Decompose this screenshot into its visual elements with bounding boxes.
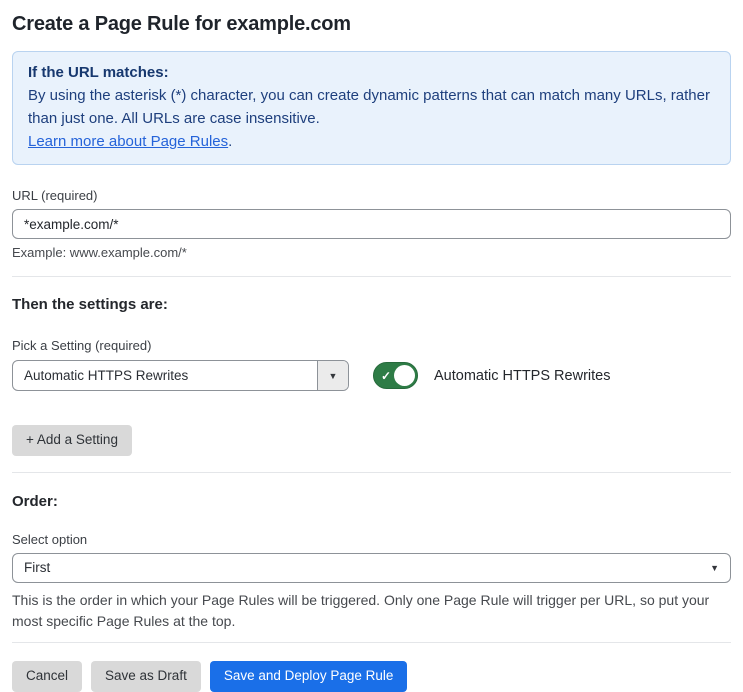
order-select-value: First [24,560,51,576]
order-helper-text: This is the order in which your Page Rul… [12,591,710,629]
info-box-heading: If the URL matches: [28,64,169,81]
url-input[interactable] [12,209,731,239]
divider [12,276,731,277]
info-box-body: By using the asterisk (*) character, you… [28,87,710,127]
setting-dropdown-value: Automatic HTTPS Rewrites [24,368,189,383]
add-setting-button[interactable]: + Add a Setting [12,425,132,456]
save-deploy-button[interactable]: Save and Deploy Page Rule [209,660,408,692]
setting-dropdown[interactable]: Automatic HTTPS Rewrites ▼ [12,360,349,391]
setting-row: Automatic HTTPS Rewrites ▼ ✓ Automatic H… [12,360,731,391]
pick-setting-label: Pick a Setting (required) [12,338,152,353]
info-box-link-line: Learn more about Page Rules. [28,130,715,153]
action-button-row: Cancel Save as Draft Save and Deploy Pag… [12,660,731,692]
url-helper-text: Example: www.example.com/* [12,245,187,260]
divider [12,641,731,643]
order-section-heading: Order: [12,492,58,510]
order-select-label: Select option [12,531,88,547]
learn-more-link[interactable]: Learn more about Page Rules [28,133,228,150]
url-field-label: URL (required) [12,188,98,203]
chevron-down-icon[interactable]: ▼ [317,361,348,390]
chevron-down-icon: ▼ [710,562,719,573]
divider [12,471,731,473]
toggle-knob [394,365,415,386]
page-rule-form: Create a Page Rule for example.com If th… [0,0,743,692]
order-select[interactable]: First ▼ [12,552,731,583]
page-title: Create a Page Rule for example.com [12,13,351,35]
settings-section-heading: Then the settings are: [12,296,168,313]
save-draft-button[interactable]: Save as Draft [91,660,201,692]
link-suffix: . [228,133,233,150]
check-icon: ✓ [381,368,392,383]
cancel-button[interactable]: Cancel [12,660,83,692]
url-matches-info-box: If the URL matches: By using the asteris… [12,51,731,165]
setting-toggle[interactable]: ✓ [373,362,418,389]
setting-toggle-label: Automatic HTTPS Rewrites [434,367,611,384]
